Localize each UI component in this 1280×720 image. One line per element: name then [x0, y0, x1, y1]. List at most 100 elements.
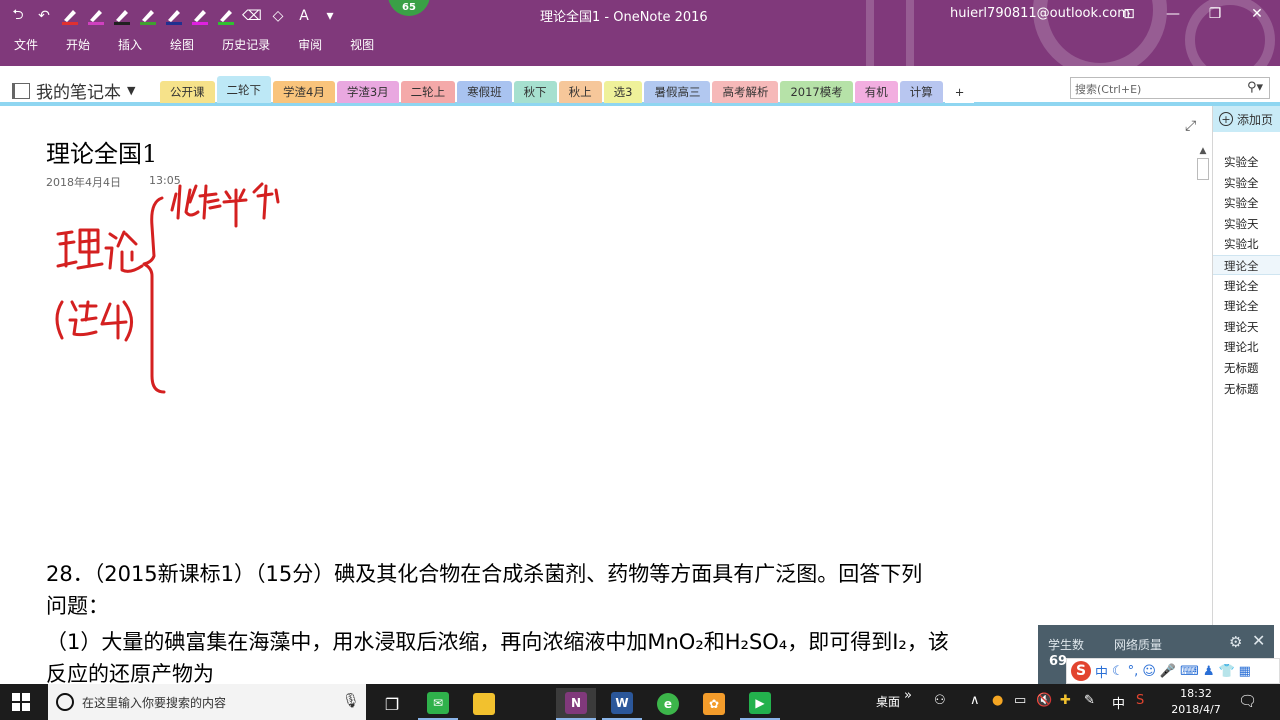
keyboard-icon[interactable]: ⌨	[1180, 664, 1199, 679]
section-tab-11[interactable]: 2017模考	[780, 81, 853, 103]
add-page-label: 添加页	[1237, 112, 1274, 127]
file-explorer-app[interactable]	[464, 688, 504, 720]
shirt-icon[interactable]: 👕	[1218, 664, 1234, 679]
menu-home[interactable]: 开始	[66, 36, 90, 53]
lasso-icon[interactable]: ◇	[268, 6, 288, 26]
punctuation-icon[interactable]: °,	[1128, 664, 1139, 679]
microphone-icon[interactable]: 🎙	[342, 693, 360, 709]
tray-ime-language[interactable]: 中	[1112, 693, 1125, 712]
ime-language[interactable]: 中	[1095, 662, 1108, 681]
section-tab-2[interactable]: 学渣4月	[273, 81, 335, 103]
show-hidden-icons[interactable]: ∧	[970, 693, 980, 708]
person-icon[interactable]: ♟	[1203, 664, 1215, 679]
battery-icon[interactable]: ▭	[1014, 693, 1026, 708]
minimize-icon[interactable]: —	[1160, 4, 1186, 24]
section-tab-10[interactable]: 高考解析	[712, 81, 779, 103]
section-tab-0[interactable]: 公开课	[160, 81, 215, 103]
word-app[interactable]: W	[602, 688, 642, 720]
gear-icon[interactable]: ⚙	[1229, 633, 1242, 651]
media-app[interactable]: ▶	[740, 688, 780, 720]
section-tab-4[interactable]: 二轮上	[400, 81, 456, 103]
menu-view[interactable]: 视图	[350, 36, 374, 53]
page-list-item[interactable]: 理论全	[1213, 255, 1280, 275]
page-list-item[interactable]: 理论北	[1213, 337, 1280, 357]
section-tab-9[interactable]: 暑假高三	[644, 81, 711, 103]
page-list-item[interactable]: 理论全	[1213, 276, 1280, 296]
pen-tool-7[interactable]	[216, 6, 236, 26]
question-text[interactable]: 28．（2015新课标1）（15分）碘及其化合物在合成杀菌剂、药物等方面具有广泛…	[46, 558, 949, 684]
add-page-button[interactable]: + 添加页	[1213, 106, 1280, 132]
page-list-item[interactable]: 理论全	[1213, 296, 1280, 316]
ink-to-text-icon[interactable]: A	[294, 6, 314, 26]
scroll-thumb[interactable]	[1197, 158, 1209, 180]
microphone-icon[interactable]: 🎤	[1160, 664, 1176, 679]
taskbar-search-input[interactable]: 在这里输入你要搜索的内容 🎙	[48, 684, 366, 720]
eraser-icon[interactable]: ⌫	[242, 6, 262, 26]
account-name[interactable]: huierl790811@outlook.com	[950, 6, 1130, 21]
ime-toolbar[interactable]: S 中 ☾ °, ☺ 🎤 ⌨ ♟ 👕 ▦	[1066, 658, 1280, 684]
onenote-app[interactable]: N	[556, 688, 596, 720]
customize-toolbar-icon[interactable]: ▾	[320, 6, 340, 26]
close-icon[interactable]: ✕	[1252, 631, 1265, 650]
section-tab-5[interactable]: 寒假班	[457, 81, 512, 103]
section-tab-7[interactable]: 秋上	[558, 81, 602, 103]
search-icon[interactable]: ⚲▾	[1247, 80, 1263, 95]
page-canvas[interactable]: 理论全国1 2018年4月4日 13:05 28．（2015新课标1）（15分）…	[0, 106, 1212, 684]
pen-tool-3[interactable]	[112, 6, 132, 26]
page-list-item[interactable]: 理论天	[1213, 317, 1280, 337]
section-tab-8[interactable]: 选3	[603, 81, 643, 103]
emoji-icon[interactable]: ☺	[1142, 664, 1156, 679]
fullscreen-icon[interactable]: ⊡	[1116, 4, 1142, 24]
page-list-item[interactable]: 实验全	[1213, 173, 1280, 193]
pen-tray-icon[interactable]: ✎	[1084, 693, 1095, 708]
pen-tool-5[interactable]	[164, 6, 184, 26]
grid-icon[interactable]: ▦	[1239, 664, 1251, 679]
section-tab-13[interactable]: 计算	[899, 81, 943, 103]
pen-tool-6[interactable]	[190, 6, 210, 26]
pen-tool-1[interactable]	[60, 6, 80, 26]
page-list-item[interactable]: 无标题	[1213, 358, 1280, 378]
menu-file[interactable]: 文件	[14, 36, 38, 53]
search-input[interactable]: 搜索(Ctrl+E) ⚲▾	[1070, 77, 1270, 99]
section-tab-12[interactable]: 有机	[854, 81, 898, 103]
orange-app[interactable]: ✿	[694, 688, 734, 720]
menu-review[interactable]: 审阅	[298, 36, 322, 53]
system-clock[interactable]: 18:32 2018/4/7	[1168, 686, 1224, 718]
notification-icon[interactable]: 🗨	[1238, 692, 1257, 710]
wechat-app[interactable]: ✉	[418, 688, 458, 720]
page-list-item[interactable]: 实验全	[1213, 193, 1280, 213]
restore-icon[interactable]: ❐	[1202, 4, 1228, 24]
page-list-item[interactable]: 实验北	[1213, 234, 1280, 254]
sogou-tray-icon[interactable]: S	[1136, 693, 1144, 708]
menu-history[interactable]: 历史记录	[222, 36, 270, 53]
pen-tool-2[interactable]	[86, 6, 106, 26]
browser-app[interactable]: e	[648, 688, 688, 720]
back-icon[interactable]: ⮌	[8, 6, 28, 26]
section-tab-3[interactable]: 学渣3月	[336, 81, 399, 103]
tray-app-icon[interactable]: ●	[992, 693, 1003, 708]
expand-icon[interactable]: ⤢	[1185, 118, 1196, 134]
task-view-button[interactable]: ❐	[372, 688, 412, 720]
people-icon[interactable]: ⚇	[934, 693, 946, 708]
notebook-selector[interactable]: 我的笔记本 ▼	[12, 78, 135, 103]
page-list-item[interactable]: 实验天	[1213, 214, 1280, 234]
vertical-scrollbar[interactable]: ▲	[1196, 146, 1210, 684]
section-tab-6[interactable]: 秋下	[513, 81, 557, 103]
page-list-item[interactable]: 无标题	[1213, 379, 1280, 399]
handwritten-ink[interactable]	[0, 106, 400, 406]
close-icon[interactable]: ✕	[1244, 4, 1270, 24]
toolbar-expand-icon[interactable]: »	[904, 688, 912, 703]
moon-icon[interactable]: ☾	[1112, 664, 1124, 679]
pen-tool-4[interactable]	[138, 6, 158, 26]
volume-muted-icon[interactable]: 🔇	[1036, 693, 1052, 708]
windows-start-icon[interactable]	[12, 693, 30, 711]
scroll-up-icon[interactable]: ▲	[1196, 146, 1210, 156]
section-tab-1[interactable]: 二轮下	[216, 76, 271, 103]
desktop-toolbar-label[interactable]: 桌面	[876, 693, 900, 710]
page-list-item[interactable]: 实验全	[1213, 152, 1280, 172]
tray-plus-icon[interactable]: ✚	[1060, 693, 1071, 708]
menu-insert[interactable]: 插入	[118, 36, 142, 53]
undo-icon[interactable]: ↶	[34, 6, 54, 26]
section-tab-14[interactable]: +	[944, 81, 975, 103]
menu-draw[interactable]: 绘图	[170, 36, 194, 53]
